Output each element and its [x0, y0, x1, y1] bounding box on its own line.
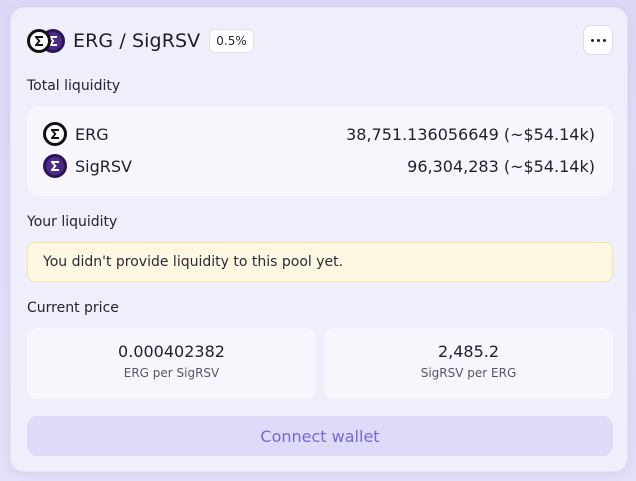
price-unit: SigRSV per ERG: [420, 366, 517, 380]
pool-title: ERG / SigRSV: [73, 30, 201, 52]
current-price-label: Current price: [27, 300, 119, 316]
fee-badge: 0.5%: [209, 29, 254, 53]
erg-coin-icon: [27, 29, 51, 53]
price-unit: ERG per SigRSV: [123, 366, 220, 380]
sigrsv-coin-icon: [43, 154, 67, 178]
liquidity-token-name: SigRSV: [75, 156, 132, 176]
pool-header: ERG / SigRSV 0.5%: [27, 25, 613, 57]
liquidity-token-amount: 38,751.136056649 (~$54.14k): [346, 124, 595, 144]
price-value: 0.000402382: [118, 342, 225, 361]
no-liquidity-notice: You didn't provide liquidity to this poo…: [27, 242, 613, 282]
pool-card: ERG / SigRSV 0.5% Total liquidity ERG 38…: [10, 7, 628, 472]
erg-coin-icon: [43, 122, 67, 146]
liquidity-row-sigrsv: SigRSV 96,304,283 (~$54.14k): [43, 153, 595, 179]
page-background: ERG / SigRSV 0.5% Total liquidity ERG 38…: [0, 0, 636, 481]
price-box-sigrsv-per-erg: 2,485.2 SigRSV per ERG: [324, 328, 613, 399]
pair-icons: [27, 28, 67, 54]
connect-wallet-button[interactable]: Connect wallet: [27, 416, 613, 456]
liquidity-token-name: ERG: [75, 124, 109, 144]
price-value: 2,485.2: [437, 342, 500, 361]
more-options-button[interactable]: [583, 25, 613, 55]
liquidity-token-amount: 96,304,283 (~$54.14k): [407, 156, 595, 176]
more-dots-icon: [590, 38, 606, 42]
your-liquidity-label: Your liquidity: [27, 214, 118, 230]
total-liquidity-box: ERG 38,751.136056649 (~$54.14k) SigRSV 9…: [27, 106, 613, 196]
price-box-erg-per-sigrsv: 0.000402382 ERG per SigRSV: [27, 328, 316, 399]
total-liquidity-label: Total liquidity: [27, 78, 121, 94]
liquidity-row-erg: ERG 38,751.136056649 (~$54.14k): [43, 121, 595, 147]
